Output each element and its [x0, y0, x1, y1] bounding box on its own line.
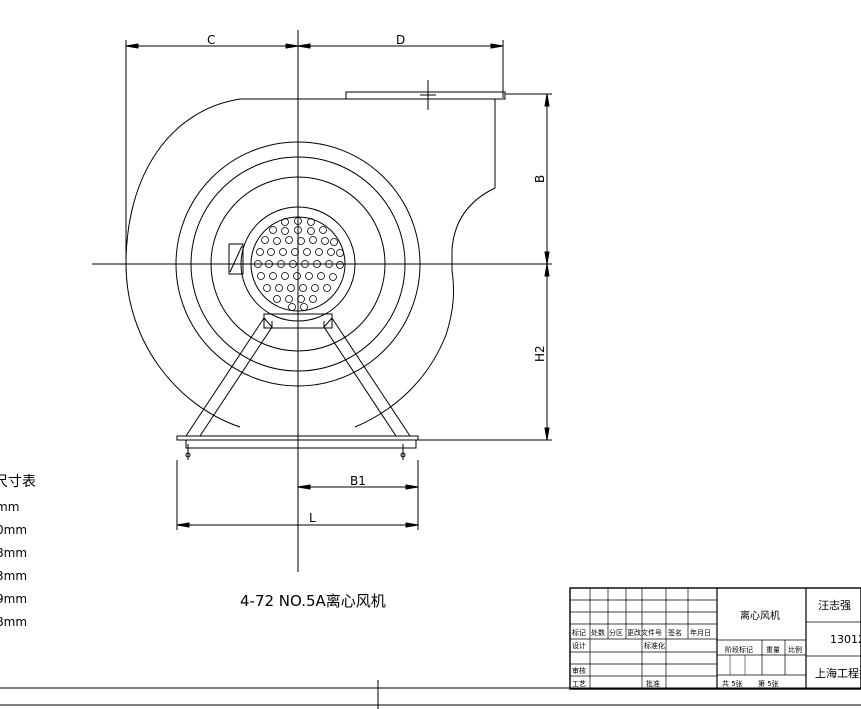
dimension-table-row: 9mm — [0, 592, 27, 606]
dim-label-d: D — [396, 33, 405, 47]
tb-sheet-no: 第 5张 — [758, 679, 779, 688]
dimension-table-row: 8mm — [0, 615, 27, 629]
dimension-table-row: 3mm — [0, 569, 27, 583]
dimension-table-row: 0mm — [0, 523, 27, 537]
tb-drawing-name: 离心风机 — [740, 609, 780, 622]
dim-label-c: C — [207, 33, 215, 47]
tb-label-standardization: 标准化 — [644, 641, 665, 650]
tb-label-reviewer: 审核 — [572, 666, 586, 675]
drawing-title: 4-72 NO.5A离心风机 — [240, 592, 386, 610]
tb-label-zone: 分区 — [609, 628, 623, 637]
tb-label-process: 工艺 — [572, 680, 586, 688]
dimension-table: 尺寸表 mm 0mm 8mm 3mm 9mm 8mm — [0, 474, 36, 629]
dim-label-b1: B1 — [350, 474, 366, 488]
tb-label-change-doc: 更改文件号 — [627, 628, 662, 637]
tb-label-count: 处数 — [591, 628, 605, 637]
tb-label-approver: 批准 — [646, 679, 660, 688]
tb-code: 13012 — [830, 633, 861, 646]
title-block: 标记 处数 分区 更改文件号 签名 年月日 设计 标准化 审核 工艺 批准 离心… — [569, 587, 861, 690]
tb-label-scale: 比例 — [788, 645, 802, 654]
dimension-text: C D B H2 B1 L — [207, 33, 547, 525]
dim-label-b: B — [533, 175, 547, 183]
tb-label-weight: 重量 — [766, 646, 780, 654]
tb-label-signature: 签名 — [668, 628, 682, 637]
dimension-table-title: 尺寸表 — [0, 474, 36, 490]
tb-school: 上海工程技 — [815, 666, 861, 680]
tb-label-mark: 标记 — [572, 628, 586, 637]
tb-sheets-total: 共 5张 — [722, 679, 743, 688]
dim-label-h2: H2 — [533, 345, 547, 362]
dim-label-l: L — [309, 511, 316, 525]
tb-label-stage: 阶段标记 — [725, 645, 753, 654]
tb-author: 汪志强 — [818, 599, 851, 612]
tb-label-date: 年月日 — [690, 628, 711, 637]
dimension-table-row: 8mm — [0, 546, 27, 560]
dimension-table-row: mm — [0, 500, 19, 514]
centerlines — [92, 30, 500, 572]
drawing-canvas: C D B H2 B1 L 4-72 NO.5A离心风机 尺寸表 mm mm m… — [0, 30, 861, 709]
tb-label-designer: 设计 — [572, 641, 586, 650]
